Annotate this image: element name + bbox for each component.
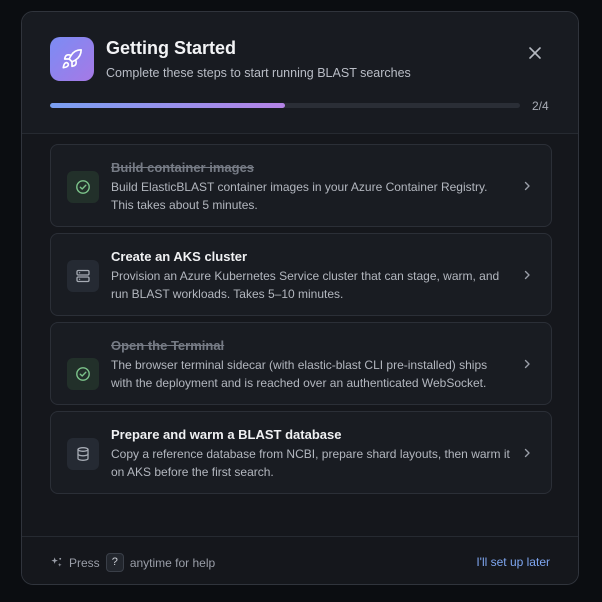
dialog-header: Getting Started Complete these steps to … bbox=[22, 12, 578, 134]
set-up-later-link[interactable]: I'll set up later bbox=[476, 555, 550, 569]
chevron-right-icon bbox=[524, 181, 530, 190]
chevron-right-icon bbox=[524, 448, 530, 457]
progress-fill bbox=[50, 103, 285, 108]
database-icon bbox=[67, 438, 99, 470]
step-description: Provision an Azure Kubernetes Service cl… bbox=[111, 269, 500, 301]
steps-list: Build container images Build ElasticBLAS… bbox=[50, 144, 552, 500]
rocket-icon bbox=[50, 37, 94, 81]
step-description: The browser terminal sidecar (with elast… bbox=[111, 358, 488, 390]
getting-started-dialog: Getting Started Complete these steps to … bbox=[21, 11, 579, 585]
step-title: Build container images bbox=[111, 160, 255, 175]
help-key: ? bbox=[105, 553, 124, 572]
progress-count: 2/4 bbox=[532, 99, 549, 113]
dialog-subtitle: Complete these steps to start running BL… bbox=[106, 66, 411, 80]
check-circle-icon bbox=[67, 358, 99, 390]
step-build-container-images[interactable]: Build container images Build ElasticBLAS… bbox=[50, 144, 552, 227]
chevron-right-icon bbox=[524, 359, 530, 368]
chevron-right-icon bbox=[524, 270, 530, 279]
step-title: Create an AKS cluster bbox=[111, 249, 248, 264]
help-hint: Press ? anytime for help bbox=[50, 553, 215, 572]
sparkle-icon bbox=[51, 557, 62, 567]
step-open-the-terminal[interactable]: Open the Terminal The browser terminal s… bbox=[50, 322, 552, 405]
close-icon bbox=[529, 47, 541, 59]
dialog-title: Getting Started bbox=[106, 38, 237, 58]
dialog-footer: Press ? anytime for help I'll set up lat… bbox=[22, 536, 578, 584]
help-prefix: Press bbox=[69, 555, 100, 570]
step-create-aks-cluster[interactable]: Create an AKS cluster Provision an Azure… bbox=[50, 233, 552, 316]
step-title: Prepare and warm a BLAST database bbox=[111, 427, 342, 442]
step-description: Copy a reference database from NCBI, pre… bbox=[111, 447, 510, 479]
close-button[interactable] bbox=[524, 42, 546, 64]
progress-bar bbox=[50, 103, 520, 108]
check-circle-icon bbox=[67, 171, 99, 203]
step-prepare-blast-database[interactable]: Prepare and warm a BLAST database Copy a… bbox=[50, 411, 552, 494]
step-title: Open the Terminal bbox=[111, 338, 225, 353]
step-description: Build ElasticBLAST container images in y… bbox=[111, 180, 488, 212]
help-suffix: anytime for help bbox=[129, 555, 216, 570]
server-icon bbox=[67, 260, 99, 292]
